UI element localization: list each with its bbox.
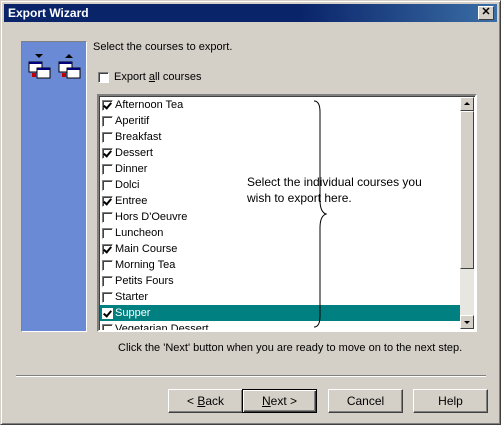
course-checkbox[interactable] — [102, 163, 113, 175]
course-checkbox[interactable] — [102, 243, 113, 255]
course-item[interactable]: Luncheon — [100, 225, 462, 241]
course-checkbox[interactable] — [102, 275, 113, 287]
close-button[interactable]: ✕ — [478, 6, 494, 20]
course-label: Afternoon Tea — [115, 99, 184, 111]
course-item[interactable]: Main Course — [100, 241, 462, 257]
help-button[interactable]: Help — [413, 389, 488, 413]
scrollbar-thumb[interactable] — [460, 111, 474, 269]
course-checkbox[interactable] — [102, 195, 113, 207]
scroll-down-button[interactable] — [460, 315, 474, 329]
next-step-note: Click the 'Next' button when you are rea… — [118, 342, 463, 354]
export-course-icon — [28, 54, 51, 79]
course-item[interactable]: Petits Fours — [100, 273, 462, 289]
course-item[interactable]: Starter — [100, 289, 462, 305]
course-label: Supper — [115, 307, 151, 319]
button-separator — [16, 375, 486, 377]
next-button[interactable]: Next > — [242, 389, 317, 413]
scroll-up-icon — [464, 102, 470, 105]
list-brace — [313, 100, 327, 328]
scroll-up-button[interactable] — [460, 97, 474, 111]
wizard-side-panel — [21, 41, 87, 332]
course-list[interactable]: Afternoon Tea Aperitif Breakfast Dessert Din… — [97, 94, 477, 332]
course-label: Dolci — [115, 179, 140, 191]
course-item[interactable]: Dessert — [100, 145, 462, 161]
export-all-checkbox[interactable]: Export all courses — [98, 71, 201, 85]
course-checkbox[interactable] — [102, 115, 113, 127]
course-checkbox[interactable] — [102, 131, 113, 143]
course-label: Petits Fours — [115, 275, 174, 287]
back-button[interactable]: < Back — [168, 389, 243, 413]
course-label: Hors D'Oeuvre — [115, 211, 188, 223]
export-all-label: Export all courses — [114, 71, 202, 84]
import-course-icon — [58, 54, 81, 79]
course-label: Aperitif — [115, 115, 150, 127]
course-checkbox[interactable] — [102, 323, 113, 330]
course-item[interactable]: Hors D'Oeuvre — [100, 209, 462, 225]
scroll-down-icon — [464, 321, 470, 324]
course-checkbox[interactable] — [102, 179, 113, 191]
course-checkbox[interactable] — [102, 227, 113, 239]
course-label: Breakfast — [115, 131, 162, 143]
course-label: Morning Tea — [115, 259, 176, 271]
course-list-items: Afternoon Tea Aperitif Breakfast Dessert Din… — [100, 97, 462, 332]
cancel-button[interactable]: Cancel — [328, 389, 403, 413]
course-item[interactable]: Morning Tea — [100, 257, 462, 273]
course-label: Vegetarian Dessert — [115, 323, 209, 332]
course-checkbox[interactable] — [102, 211, 113, 223]
close-icon: ✕ — [481, 6, 491, 18]
course-checkbox[interactable] — [102, 259, 113, 271]
course-item[interactable]: Supper — [100, 305, 462, 321]
course-item[interactable]: Afternoon Tea — [100, 97, 462, 113]
export-wizard-window: Export Wizard ✕ Select the courses to ex… — [0, 0, 501, 425]
course-checkbox[interactable] — [102, 291, 113, 303]
course-item[interactable]: Breakfast — [100, 129, 462, 145]
course-label: Luncheon — [115, 227, 164, 239]
course-checkbox[interactable] — [102, 307, 113, 319]
title-bar[interactable]: Export Wizard ✕ — [4, 4, 497, 22]
course-item[interactable]: Aperitif — [100, 113, 462, 129]
export-all-checkbox-box[interactable] — [98, 71, 109, 83]
course-hint-text: Select the individual courses you wish t… — [247, 175, 422, 205]
course-label: Main Course — [115, 243, 178, 255]
course-label: Dessert — [115, 147, 153, 159]
course-checkbox[interactable] — [102, 99, 113, 111]
instructions-text: Select the courses to export. — [93, 41, 233, 53]
course-label: Starter — [115, 291, 149, 303]
course-item[interactable]: Vegetarian Dessert — [100, 321, 462, 332]
course-label: Dinner — [115, 163, 148, 175]
course-checkbox[interactable] — [102, 147, 113, 159]
course-label: Entree — [115, 195, 148, 207]
vertical-scrollbar[interactable] — [460, 97, 474, 329]
window-title: Export Wizard — [8, 6, 89, 20]
